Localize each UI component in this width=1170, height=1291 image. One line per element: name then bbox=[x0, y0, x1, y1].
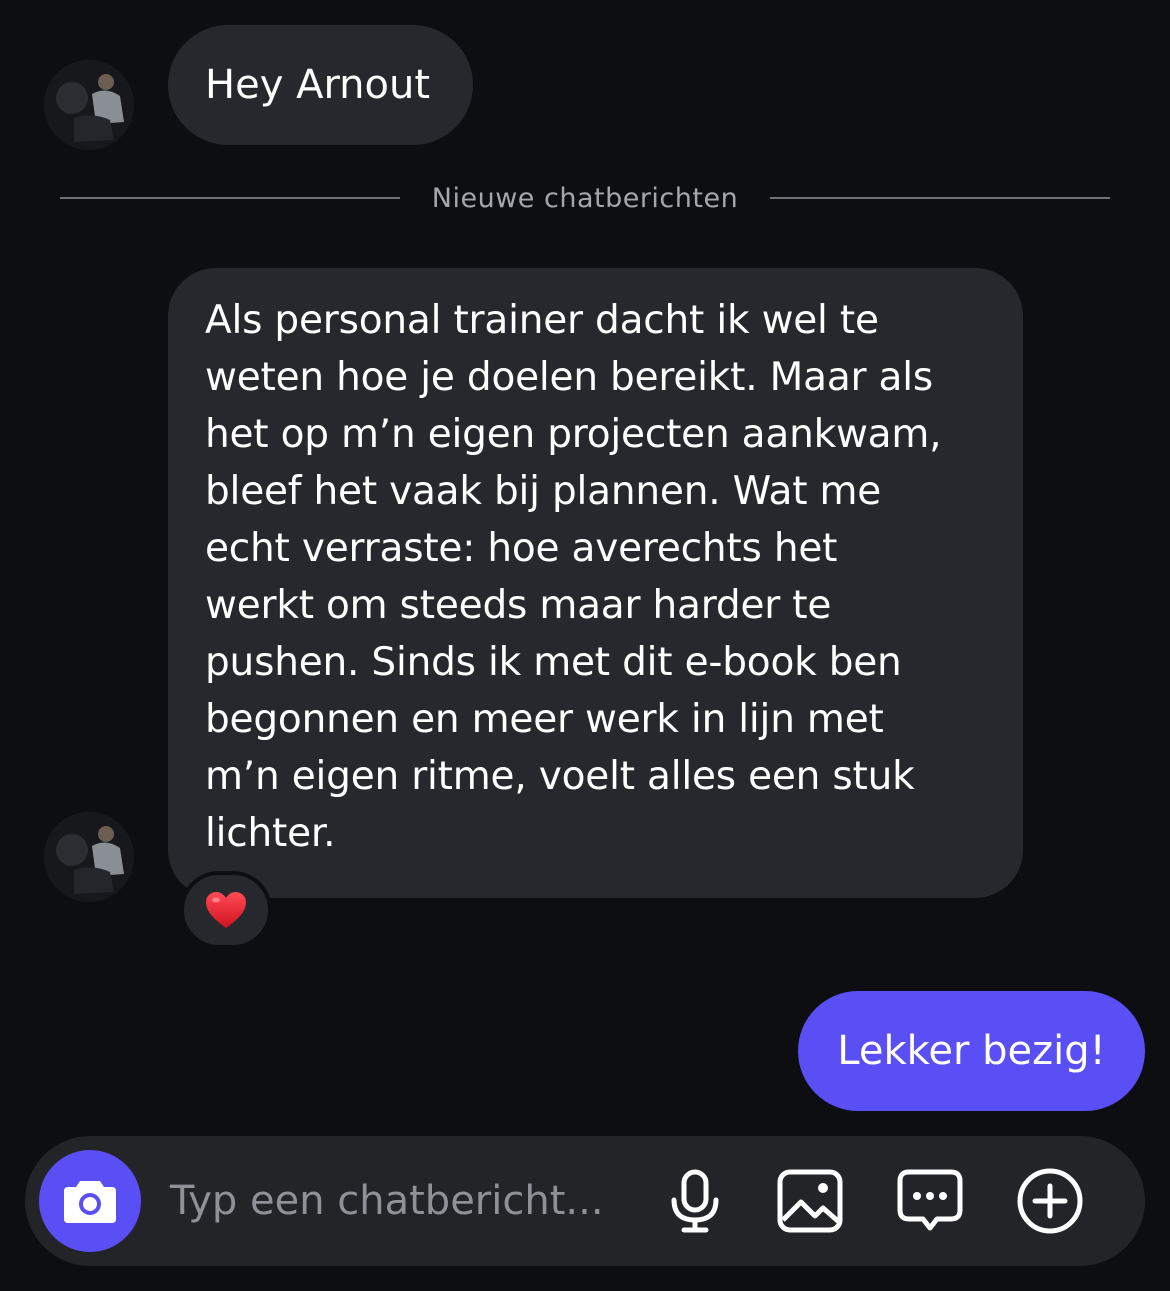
plus-circle-icon bbox=[1017, 1168, 1083, 1234]
new-messages-label: Nieuwe chatberichten bbox=[431, 182, 739, 214]
message-input[interactable]: Typ een chatbericht... bbox=[170, 1136, 604, 1266]
camera-icon bbox=[64, 1181, 116, 1223]
message-line: het op m’n eigen projecten aankwam, bbox=[205, 412, 942, 457]
camera-button[interactable] bbox=[39, 1150, 141, 1252]
message-composer: Typ een chatbericht... bbox=[25, 1136, 1145, 1266]
heart-icon bbox=[206, 892, 246, 928]
message-line: bleef het vaak bij plannen. Wat me bbox=[205, 469, 882, 514]
chat-options-button[interactable] bbox=[895, 1166, 965, 1236]
avatar-photo bbox=[44, 60, 134, 150]
microphone-button[interactable] bbox=[660, 1166, 730, 1236]
message-line: echt verraste: hoe averechts het bbox=[205, 526, 838, 571]
message-line: Als personal trainer dacht ik wel te bbox=[205, 298, 879, 343]
message-line: weten hoe je doelen bereikt. Maar als bbox=[205, 355, 934, 400]
message-text: Lekker bezig! bbox=[837, 1028, 1106, 1074]
message-line: begonnen en meer werk in lijn met bbox=[205, 697, 884, 742]
sender-avatar[interactable] bbox=[44, 812, 134, 902]
incoming-message-bubble[interactable]: Als personal trainer dacht ik wel te wet… bbox=[168, 268, 1023, 898]
incoming-message-bubble[interactable]: Hey Arnout bbox=[168, 25, 473, 145]
image-icon bbox=[777, 1169, 843, 1233]
divider-line-right bbox=[770, 197, 1111, 199]
microphone-icon bbox=[671, 1169, 719, 1233]
image-button[interactable] bbox=[775, 1166, 845, 1236]
message-line: pushen. Sinds ik met dit e-book ben bbox=[205, 640, 902, 685]
chat-bubble-icon bbox=[897, 1169, 963, 1231]
message-text: Hey Arnout bbox=[205, 61, 431, 108]
sender-avatar[interactable] bbox=[44, 60, 134, 150]
message-line: lichter. bbox=[205, 811, 336, 856]
add-button[interactable] bbox=[1015, 1166, 1085, 1236]
message-line: m’n eigen ritme, voelt alles een stuk bbox=[205, 754, 915, 799]
outgoing-message-bubble[interactable]: Lekker bezig! bbox=[798, 991, 1145, 1111]
divider-line-left bbox=[60, 197, 400, 199]
heart-reaction[interactable] bbox=[180, 871, 272, 949]
message-line: werkt om steeds maar harder te bbox=[205, 583, 832, 628]
new-messages-divider: Nieuwe chatberichten bbox=[60, 178, 1111, 218]
avatar-photo bbox=[44, 812, 134, 902]
